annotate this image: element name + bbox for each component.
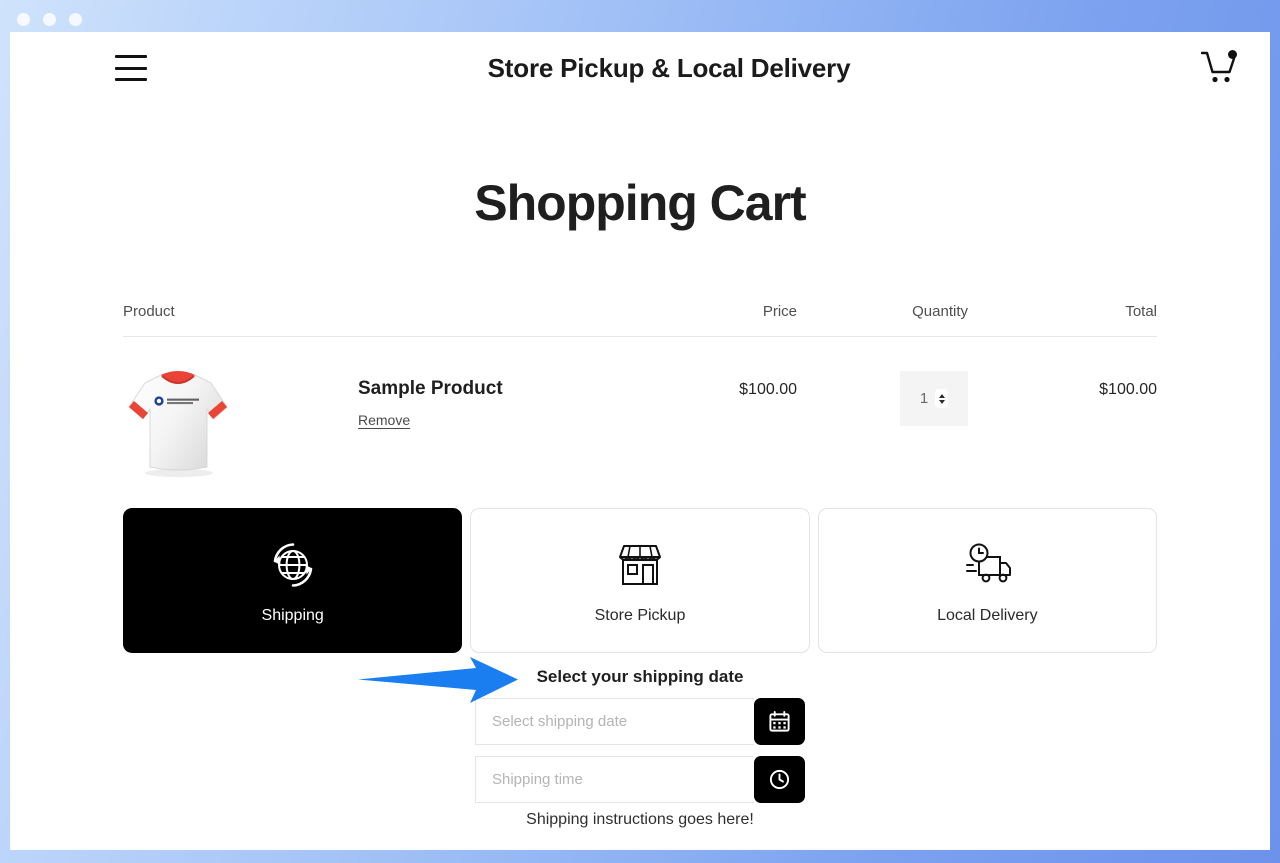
product-cell: Sample Product Remove [123, 363, 622, 481]
product-thumbnail[interactable] [123, 363, 233, 481]
product-total: $100.00 [1099, 381, 1157, 398]
remove-item-link[interactable]: Remove [358, 412, 410, 428]
quantity-value: 1 [919, 390, 929, 407]
shopping-cart-icon [1201, 50, 1237, 83]
window-controls [17, 13, 82, 26]
storefront-icon [614, 537, 666, 593]
minimize-dot[interactable] [43, 13, 56, 26]
site-header: Store Pickup & Local Delivery [10, 32, 1270, 104]
hamburger-bar [115, 78, 147, 81]
product-price: $100.00 [739, 381, 797, 398]
shipping-time-field-row [475, 756, 805, 803]
delivery-method-store-pickup[interactable]: Store Pickup [470, 508, 810, 653]
calendar-icon [769, 710, 790, 732]
page-title: Shopping Cart [474, 175, 806, 231]
quantity-increase-icon[interactable] [938, 393, 945, 398]
delivery-method-label: Store Pickup [594, 606, 686, 624]
globe-arrows-icon [267, 537, 319, 593]
shipping-date-label: Select your shipping date [536, 667, 744, 686]
column-header-quantity: Quantity [912, 303, 968, 320]
delivery-method-local-delivery[interactable]: Local Delivery [817, 508, 1157, 653]
hamburger-bar [115, 66, 147, 70]
table-row: Sample Product Remove $100.00 1 $100.00 [123, 337, 1157, 481]
column-header-total: Total [1125, 303, 1157, 320]
column-header-price: Price [762, 303, 797, 320]
delivery-method-selector: Shipping Store Pickup Local Delivery [123, 508, 1157, 653]
cart-button[interactable] [1197, 45, 1243, 91]
shipping-instructions-text: Shipping instructions goes here! [526, 811, 754, 828]
site-title: Store Pickup & Local Delivery [487, 52, 851, 83]
shipping-date-input[interactable] [475, 698, 754, 745]
product-name: Sample Product [358, 378, 503, 399]
open-calendar-button[interactable] [754, 698, 805, 745]
clock-icon [769, 769, 790, 790]
close-dot[interactable] [17, 13, 30, 26]
page-content: Shopping Cart Product Price Quantity Tot… [10, 174, 1270, 829]
open-timepicker-button[interactable] [754, 756, 805, 803]
quantity-cell: 1 [797, 363, 987, 426]
cart-table: Product Price Quantity Total Sample Prod… [123, 303, 1157, 481]
hamburger-bar [115, 55, 147, 58]
hamburger-menu-icon[interactable] [115, 55, 147, 81]
product-info: Sample Product Remove [233, 363, 503, 430]
column-header-product: Product [123, 303, 175, 320]
maximize-dot[interactable] [69, 13, 82, 26]
quantity-decrease-icon[interactable] [938, 399, 945, 404]
quantity-stepper[interactable]: 1 [900, 371, 968, 426]
shipping-date-form: Select your shipping date Select shippin… [123, 667, 1157, 829]
cart-table-header: Product Price Quantity Total [123, 303, 1157, 337]
delivery-method-shipping[interactable]: Shipping [123, 508, 463, 653]
delivery-truck-clock-icon [959, 537, 1015, 593]
tshirt-image [128, 371, 228, 477]
browser-window: Store Pickup & Local Delivery Shopping C… [10, 32, 1270, 850]
delivery-method-label: Shipping [261, 606, 324, 624]
shipping-time-input[interactable] [475, 756, 754, 803]
quantity-spinner[interactable] [935, 389, 949, 408]
delivery-method-label: Local Delivery [937, 606, 1038, 624]
shipping-date-field-row [475, 698, 805, 745]
